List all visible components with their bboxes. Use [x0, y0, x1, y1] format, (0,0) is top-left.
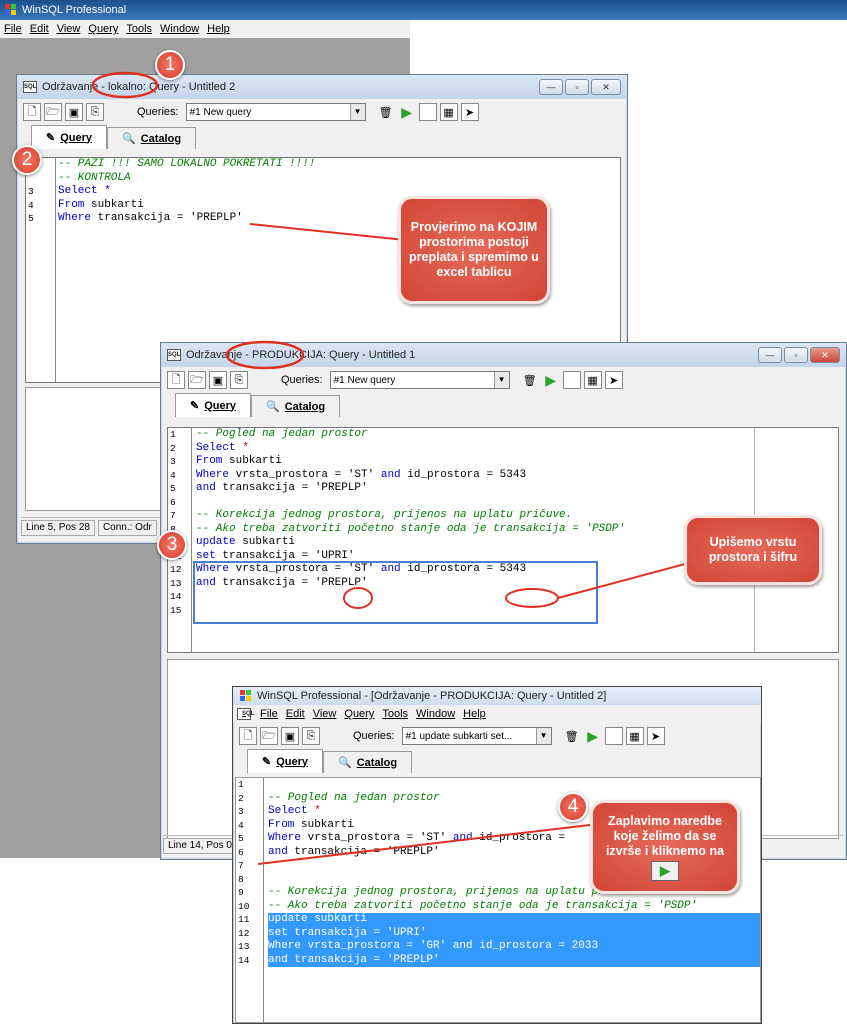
callout-enter-type-code: Upišemo vrstu prostora i šifru: [684, 515, 822, 585]
callout-select-and-run: Zaplavimo naredbe koje želimo da se izvr…: [590, 800, 740, 894]
callout-text: Provjerimo na KOJIM prostorima postoji p…: [409, 220, 539, 279]
callout-text: Upišemo vrstu prostora i šifru: [708, 535, 798, 564]
callout-pointer-3: [257, 824, 591, 865]
callout-text: Zaplavimo naredbe koje želimo da se izvr…: [605, 813, 725, 858]
step-badge-1: 1: [155, 50, 185, 80]
annotation-oval-production: [225, 340, 305, 370]
callout-pointer-2: [557, 559, 701, 599]
callout-check-overpayment: Provjerimo na KOJIM prostorima postoji p…: [398, 196, 550, 304]
annotation-oval-id: [505, 588, 559, 608]
execute-play-icon: ▶: [651, 860, 679, 881]
step-badge-3: 3: [157, 530, 187, 560]
step-badge-2: 2: [12, 145, 42, 175]
annotation-oval-local: [91, 71, 159, 99]
annotation-oval-st: [343, 587, 373, 609]
step-badge-4: 4: [558, 792, 588, 822]
callout-pointer-1: [249, 223, 406, 241]
